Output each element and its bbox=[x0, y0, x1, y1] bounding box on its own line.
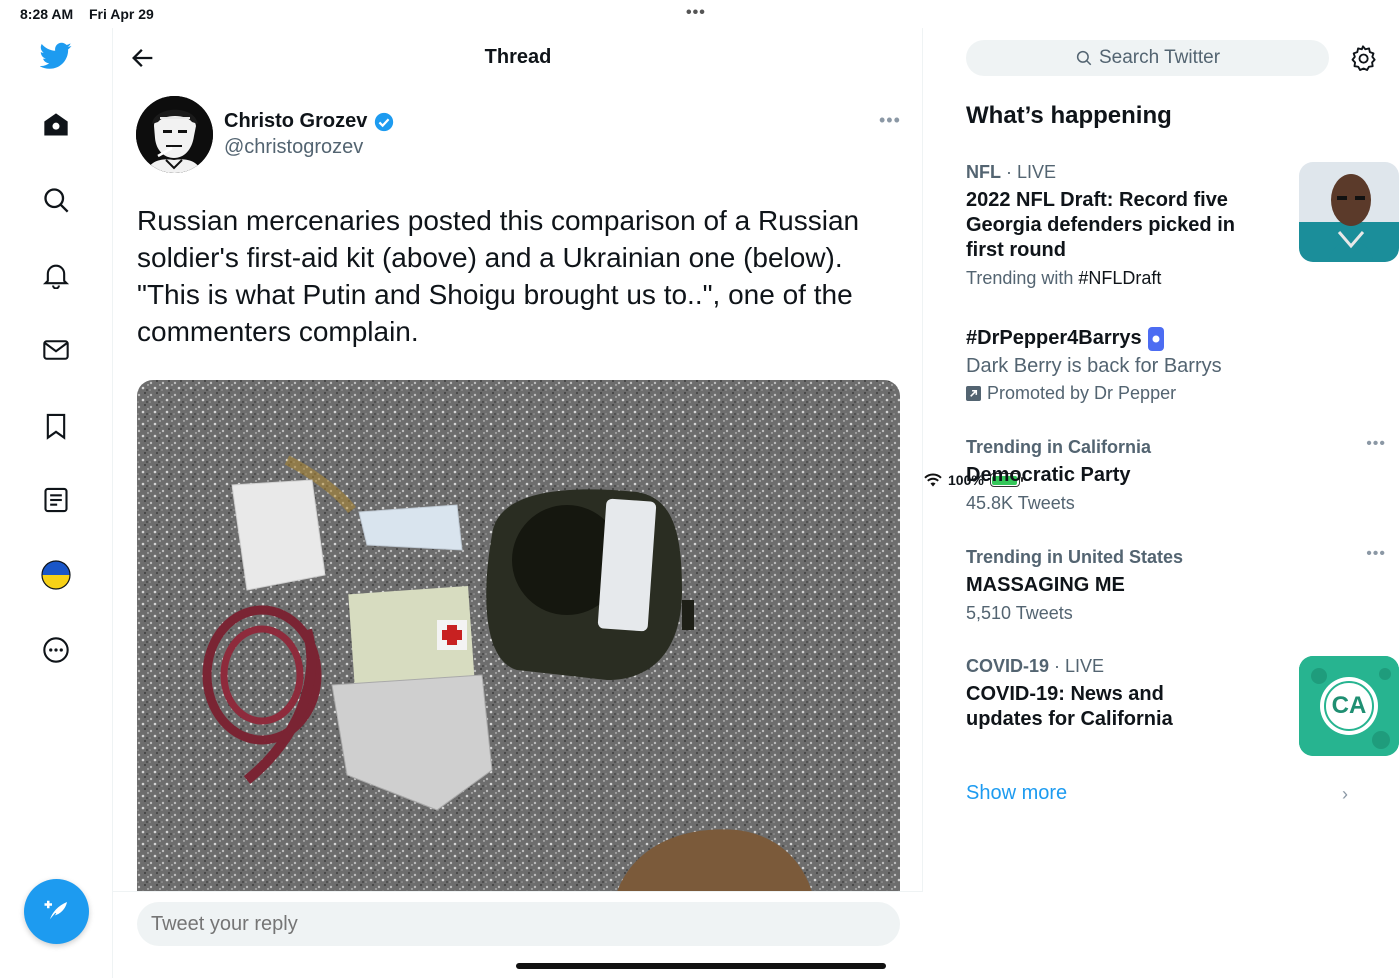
trend-category: COVID-19 bbox=[966, 656, 1050, 676]
author-name[interactable]: Christo Grozev bbox=[224, 110, 395, 133]
trend-title: Democratic Party bbox=[966, 464, 1131, 486]
trend-item-nfl[interactable]: NFL · LIVE 2022 NFL Draft: Record five G… bbox=[966, 160, 1399, 291]
trend-meta: Trending in United States bbox=[966, 547, 1184, 567]
trend-thumbnail-covid: CA bbox=[1299, 656, 1399, 756]
trend-subtitle: Dark Berry is back for Barrys bbox=[966, 355, 1222, 377]
trend-title: COVID-19: News and updates for Californi… bbox=[966, 683, 1173, 730]
compose-tweet-button[interactable] bbox=[24, 879, 89, 944]
notifications-bell-icon[interactable] bbox=[40, 259, 72, 291]
trend-thumbnail-nfl bbox=[1299, 162, 1399, 262]
show-more-link[interactable]: Show more bbox=[966, 782, 1067, 805]
right-sidebar: Search Twitter What’s happening NFL · LI… bbox=[924, 28, 1400, 978]
left-nav bbox=[0, 28, 113, 978]
trend-subtitle: 5,510 Tweets bbox=[966, 603, 1073, 623]
search-placeholder: Search Twitter bbox=[1098, 47, 1221, 68]
bookmarks-icon[interactable] bbox=[40, 410, 72, 442]
trend-title: 2022 NFL Draft: Record five Georgia defe… bbox=[966, 189, 1235, 261]
lists-icon[interactable] bbox=[40, 484, 72, 516]
trend-live: · LIVE bbox=[1006, 162, 1057, 182]
ukraine-flag-icon[interactable] bbox=[40, 559, 72, 591]
tweet-media-image[interactable] bbox=[137, 380, 900, 892]
thread-header: Thread bbox=[113, 28, 923, 88]
tweet-more-icon[interactable]: ••• bbox=[879, 110, 901, 131]
author-name-text: Christo Grozev bbox=[224, 110, 368, 132]
messages-envelope-icon[interactable] bbox=[40, 334, 72, 366]
trend-hashtag-link[interactable]: #NFLDraft bbox=[1078, 268, 1161, 288]
status-time: 8:28 AM bbox=[20, 6, 74, 22]
tweet-text: Russian mercenaries posted this comparis… bbox=[137, 205, 860, 347]
status-bar: 8:28 AM Fri Apr 29 ••• 100% bbox=[0, 0, 1400, 488]
trend-thumbnail-label: CA bbox=[1331, 692, 1367, 719]
promoted-arrow-icon bbox=[966, 385, 981, 401]
chevron-right-icon[interactable]: › bbox=[1342, 784, 1348, 805]
settings-gear-icon[interactable] bbox=[1349, 44, 1377, 72]
trend-live: · LIVE bbox=[1054, 656, 1105, 676]
explore-search-icon[interactable] bbox=[40, 184, 72, 216]
promoted-title-row: #DrPepper4Barrys bbox=[966, 326, 1386, 351]
promoted-by-row: Promoted by Dr Pepper bbox=[966, 381, 1386, 405]
promoted-badge-icon bbox=[1147, 326, 1164, 351]
trend-subtitle: 45.8K Tweets bbox=[966, 493, 1075, 513]
trend-subtitle: Trending with #NFLDraft bbox=[966, 265, 1386, 291]
search-icon bbox=[1076, 50, 1092, 66]
status-date: Fri Apr 29 bbox=[89, 6, 154, 22]
whats-happening-heading: What’s happening bbox=[966, 102, 1172, 129]
trend-sub-prefix: Trending with bbox=[966, 268, 1074, 288]
trend-category: NFL bbox=[966, 162, 1001, 182]
main-column: Thread Christo Grozev @christogrozev •••… bbox=[113, 28, 923, 978]
promoted-by-text: Promoted by Dr Pepper bbox=[987, 383, 1177, 403]
compose-feather-icon bbox=[44, 900, 67, 921]
search-input[interactable]: Search Twitter bbox=[966, 40, 1329, 76]
more-options-icon[interactable] bbox=[40, 634, 72, 666]
trend-item-promoted[interactable]: #DrPepper4Barrys Dark Berry is back for … bbox=[966, 326, 1386, 405]
trend-item-california[interactable]: Trending in California Democratic Party … bbox=[966, 435, 1386, 516]
home-icon[interactable] bbox=[40, 109, 72, 141]
trend-item-covid[interactable]: COVID-19 · LIVE COVID-19: News and updat… bbox=[966, 654, 1399, 756]
reply-input[interactable] bbox=[137, 902, 900, 946]
twitter-logo-icon[interactable] bbox=[40, 40, 72, 72]
home-indicator[interactable] bbox=[516, 963, 886, 969]
page-title: Thread bbox=[484, 46, 552, 68]
author-avatar[interactable] bbox=[136, 96, 213, 173]
trend-title: #DrPepper4Barrys bbox=[966, 327, 1142, 349]
trend-more-icon[interactable]: ••• bbox=[1366, 435, 1386, 453]
author-handle[interactable]: @christogrozev bbox=[224, 136, 363, 159]
trend-title: MASSAGING ME bbox=[966, 574, 1125, 596]
verified-badge-icon bbox=[375, 112, 394, 131]
trend-meta: Trending in California bbox=[966, 437, 1152, 457]
trend-more-icon[interactable]: ••• bbox=[1366, 545, 1386, 563]
trend-item-united-states[interactable]: Trending in United States MASSAGING ME 5… bbox=[966, 545, 1386, 626]
multitasking-dots-icon[interactable]: ••• bbox=[686, 4, 706, 22]
